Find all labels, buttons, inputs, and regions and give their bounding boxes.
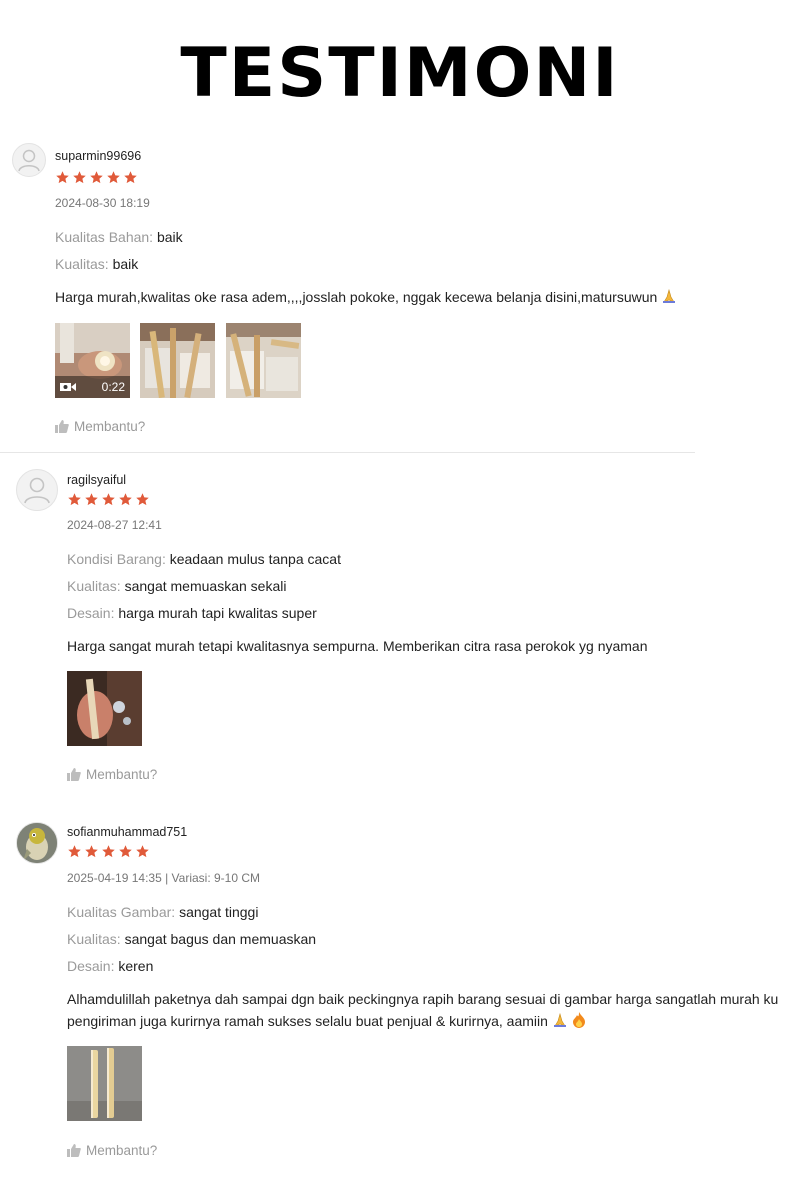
star-icon <box>136 493 149 506</box>
comment-text: Harga murah,kwalitas oke rasa adem,,,,jo… <box>55 289 658 305</box>
review-comment: Harga murah,kwalitas oke rasa adem,,,,jo… <box>55 286 677 308</box>
review-date: 2024-08-30 18:19 <box>55 196 150 210</box>
user-placeholder-icon <box>24 477 50 504</box>
review-photo-thumbnail[interactable] <box>67 671 142 746</box>
attribute-key: Kualitas: <box>67 931 121 947</box>
attribute-value: keren <box>118 958 154 974</box>
attribute-value: baik <box>112 256 139 272</box>
star-icon <box>124 171 137 184</box>
attribute-key: Desain: <box>67 605 115 621</box>
star-icon <box>102 845 115 858</box>
star-rating <box>67 844 150 859</box>
review-attribute: Kondisi Barang: keadaan mulus tanpa caca… <box>67 551 341 567</box>
attribute-key: Kualitas Bahan: <box>55 229 154 245</box>
comment-line: pengiriman juga kurirnya ramah sukses se… <box>67 1010 800 1032</box>
star-icon <box>107 171 120 184</box>
video-badge: 0:22 <box>55 376 130 398</box>
review-attribute: Desain: keren <box>67 958 153 974</box>
photo-image <box>67 671 142 746</box>
review-date: 2024-08-27 12:41 <box>67 518 162 532</box>
review-photo-thumbnail[interactable] <box>140 323 215 398</box>
star-icon <box>136 845 149 858</box>
review-username: sofianmuhammad751 <box>67 825 188 839</box>
star-icon <box>56 171 69 184</box>
avatar[interactable] <box>16 822 58 864</box>
photo-image <box>67 1046 142 1121</box>
comment-text: pengiriman juga kurirnya ramah sukses se… <box>67 1013 548 1029</box>
avatar[interactable] <box>12 143 46 177</box>
user-placeholder-icon <box>18 149 40 172</box>
review-attribute: Kualitas: sangat bagus dan memuaskan <box>67 931 316 947</box>
review-comment: Harga sangat murah tetapi kwalitasnya se… <box>67 635 648 657</box>
helpful-button[interactable]: Membantu? <box>55 419 145 434</box>
helpful-label: Membantu? <box>86 767 158 782</box>
star-icon <box>119 493 132 506</box>
star-icon <box>102 493 115 506</box>
attribute-key: Desain: <box>67 958 115 974</box>
photo-image <box>140 323 215 398</box>
attribute-value: sangat bagus dan memuaskan <box>124 931 317 947</box>
review-attribute: Kualitas Gambar: sangat tinggi <box>67 904 258 920</box>
photo-image <box>226 323 301 398</box>
attribute-value: sangat memuaskan sekali <box>124 578 287 594</box>
avatar[interactable] <box>16 469 58 511</box>
comment-text: Harga sangat murah tetapi kwalitasnya se… <box>67 638 648 654</box>
star-icon <box>73 171 86 184</box>
review-comment: Alhamdulillah paketnya dah sampai dgn ba… <box>67 988 800 1032</box>
review-video-thumbnail[interactable]: 0:22 <box>55 323 130 398</box>
helpful-label: Membantu? <box>74 419 146 434</box>
thumbs-up-icon <box>67 768 81 781</box>
review-photo-thumbnail[interactable] <box>67 1046 142 1121</box>
fire-icon <box>572 1012 585 1028</box>
star-icon <box>90 171 103 184</box>
review-username: suparmin99696 <box>55 149 142 163</box>
page-title: TESTIMONI <box>180 34 620 113</box>
review-username: ragilsyaiful <box>67 473 127 487</box>
attribute-key: Kualitas Gambar: <box>67 904 176 920</box>
thumbs-up-icon <box>55 420 69 433</box>
bird-avatar-image <box>17 823 57 863</box>
video-duration: 0:22 <box>101 380 125 394</box>
review-divider <box>0 452 695 453</box>
video-camera-icon <box>60 383 76 391</box>
review-attribute: Desain: harga murah tapi kwalitas super <box>67 605 317 621</box>
review-attribute: Kualitas: sangat memuaskan sekali <box>67 578 286 594</box>
review-attribute: Kualitas: baik <box>55 256 138 272</box>
star-icon <box>85 493 98 506</box>
review-photo-thumbnail[interactable] <box>226 323 301 398</box>
praying-hands-icon <box>553 1012 566 1027</box>
helpful-label: Membantu? <box>86 1143 158 1158</box>
star-rating <box>55 170 138 185</box>
star-icon <box>68 493 81 506</box>
star-icon <box>85 845 98 858</box>
attribute-value: baik <box>156 229 183 245</box>
attribute-value: harga murah tapi kwalitas super <box>118 605 317 621</box>
review-date-variant: 2025-04-19 14:35 | Variasi: 9-10 CM <box>67 871 261 885</box>
attribute-key: Kondisi Barang: <box>67 551 166 567</box>
helpful-button[interactable]: Membantu? <box>67 767 157 782</box>
comment-line: Alhamdulillah paketnya dah sampai dgn ba… <box>67 991 779 1007</box>
star-rating <box>67 492 150 507</box>
star-icon <box>119 845 132 858</box>
star-icon <box>68 845 81 858</box>
attribute-value: keadaan mulus tanpa cacat <box>169 551 341 567</box>
attribute-key: Kualitas: <box>55 256 109 272</box>
review-attribute: Kualitas Bahan: baik <box>55 229 183 245</box>
praying-hands-icon <box>663 288 676 303</box>
thumbs-up-icon <box>67 1144 81 1157</box>
attribute-key: Kualitas: <box>67 578 121 594</box>
helpful-button[interactable]: Membantu? <box>67 1143 157 1158</box>
attribute-value: sangat tinggi <box>179 904 259 920</box>
